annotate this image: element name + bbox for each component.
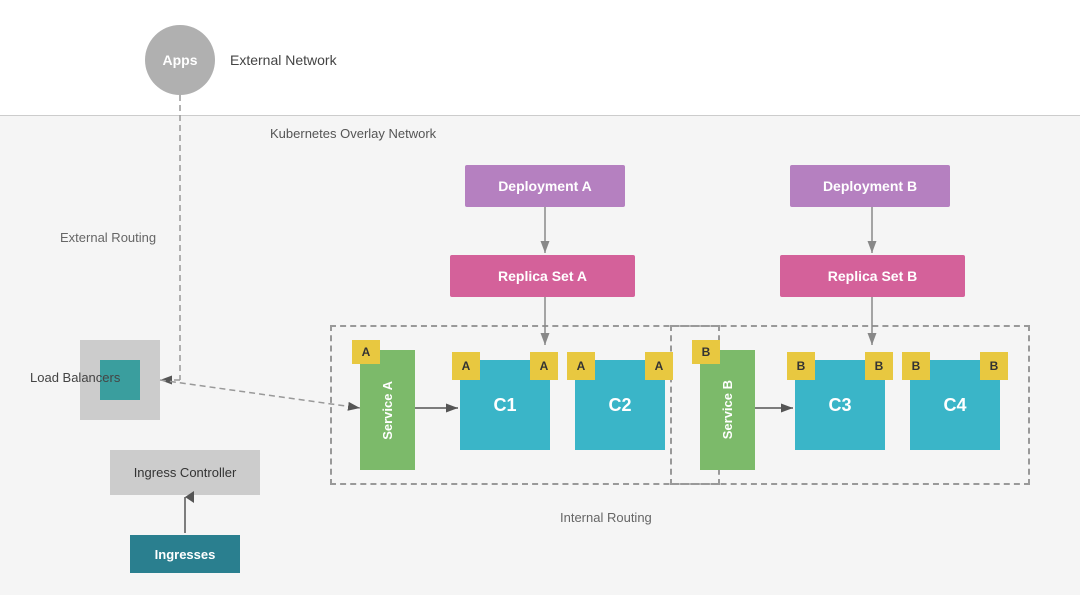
apps-label: Apps — [163, 52, 198, 68]
service-b-tag: B — [692, 340, 720, 364]
pod-c4-tag-left: B — [902, 352, 930, 380]
deployment-b: Deployment B — [790, 165, 950, 207]
ingress-controller-label: Ingress Controller — [134, 465, 237, 480]
external-routing-label: External Routing — [60, 230, 156, 245]
pod-c4: C4 B B — [910, 360, 1000, 450]
pod-c2-tag-right: A — [645, 352, 673, 380]
replica-set-a-label: Replica Set A — [498, 268, 587, 284]
pod-c3-tag-left: B — [787, 352, 815, 380]
internal-routing-label: Internal Routing — [560, 510, 652, 525]
pod-c2-tag-left: A — [567, 352, 595, 380]
ingresses-label: Ingresses — [155, 547, 216, 562]
ingress-controller-box: Ingress Controller — [110, 450, 260, 495]
service-b: B Service B — [700, 350, 755, 470]
service-a-tag: A — [352, 340, 380, 364]
pod-c3-tag-right: B — [865, 352, 893, 380]
service-a: A Service A — [360, 350, 415, 470]
service-b-label: Service B — [720, 380, 735, 439]
deployment-b-label: Deployment B — [823, 178, 917, 194]
pod-c3: C3 B B — [795, 360, 885, 450]
pod-c1: C1 A A — [460, 360, 550, 450]
replica-set-b: Replica Set B — [780, 255, 965, 297]
external-section: Apps External Network — [0, 0, 1080, 115]
ingresses-box: Ingresses — [130, 535, 240, 573]
pod-c2: C2 A A — [575, 360, 665, 450]
pod-c4-tag-right: B — [980, 352, 1008, 380]
apps-circle: Apps — [145, 25, 215, 95]
k8s-overlay-label: Kubernetes Overlay Network — [270, 126, 436, 141]
replica-set-a: Replica Set A — [450, 255, 635, 297]
pod-c1-tag-left: A — [452, 352, 480, 380]
pod-c1-tag-right: A — [530, 352, 558, 380]
replica-set-b-label: Replica Set B — [828, 268, 917, 284]
service-a-label: Service A — [380, 381, 395, 440]
deployment-a-label: Deployment A — [498, 178, 592, 194]
load-balancer-label: Load Balancers — [30, 370, 120, 385]
external-network-label: External Network — [230, 52, 337, 68]
deployment-a: Deployment A — [465, 165, 625, 207]
